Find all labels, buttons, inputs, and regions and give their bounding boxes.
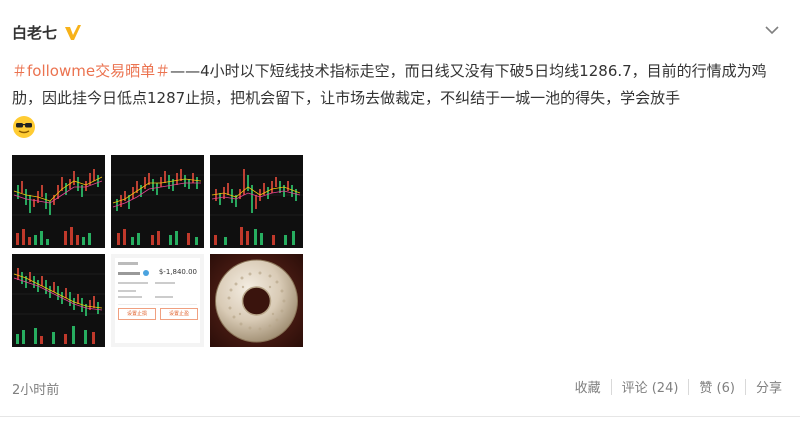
favorite-button[interactable]: 收藏 [565, 377, 611, 396]
balance-value: $-1,840.00 [158, 268, 197, 276]
chart-thumbnail-4[interactable] [12, 254, 105, 347]
card-bottom-border [0, 416, 800, 417]
share-button[interactable]: 分享 [746, 377, 792, 396]
chart-thumbnail-3[interactable] [210, 155, 303, 248]
author-row: 白老七 [12, 22, 83, 43]
action-bar: 收藏 评论 (24) 赞 (6) 分享 [565, 377, 792, 396]
chevron-down-icon[interactable] [764, 22, 780, 36]
topic-link[interactable]: ＃followme交易晒单＃ [12, 62, 170, 80]
jade-disc-photo-thumbnail[interactable] [210, 254, 303, 347]
sunglasses-face-icon [12, 115, 36, 139]
set-take-profit-button[interactable]: 设置止盈 [160, 308, 198, 320]
like-button[interactable]: 赞 (6) [689, 377, 745, 396]
set-stop-loss-label: 设置止损 [126, 311, 147, 317]
chart-thumbnail-2[interactable] [111, 155, 204, 248]
image-grid: $-1,840.00 设置止损 设置止盈 [12, 155, 308, 349]
set-take-profit-label: 设置止盈 [168, 311, 189, 317]
post-footer: 2小时前 收藏 评论 (24) 赞 (6) 分享 [0, 372, 800, 404]
post-content: ＃followme交易晒单＃——4小时以下短线技术指标走空，而日线又没有下破5日… [12, 58, 790, 139]
author-name[interactable]: 白老七 [12, 22, 57, 43]
chart-thumbnail-1[interactable] [12, 155, 105, 248]
comment-button[interactable]: 评论 (24) [612, 377, 689, 396]
set-stop-loss-button[interactable]: 设置止损 [118, 308, 156, 320]
verified-v-icon [63, 23, 83, 43]
trade-screenshot-thumbnail[interactable]: $-1,840.00 设置止损 设置止盈 [111, 254, 204, 347]
weibo-post-card: 白老七 ＃followme交易晒单＃——4小时以下短线技术指标走空，而日线又没有… [0, 0, 800, 428]
post-time[interactable]: 2小时前 [12, 379, 59, 398]
